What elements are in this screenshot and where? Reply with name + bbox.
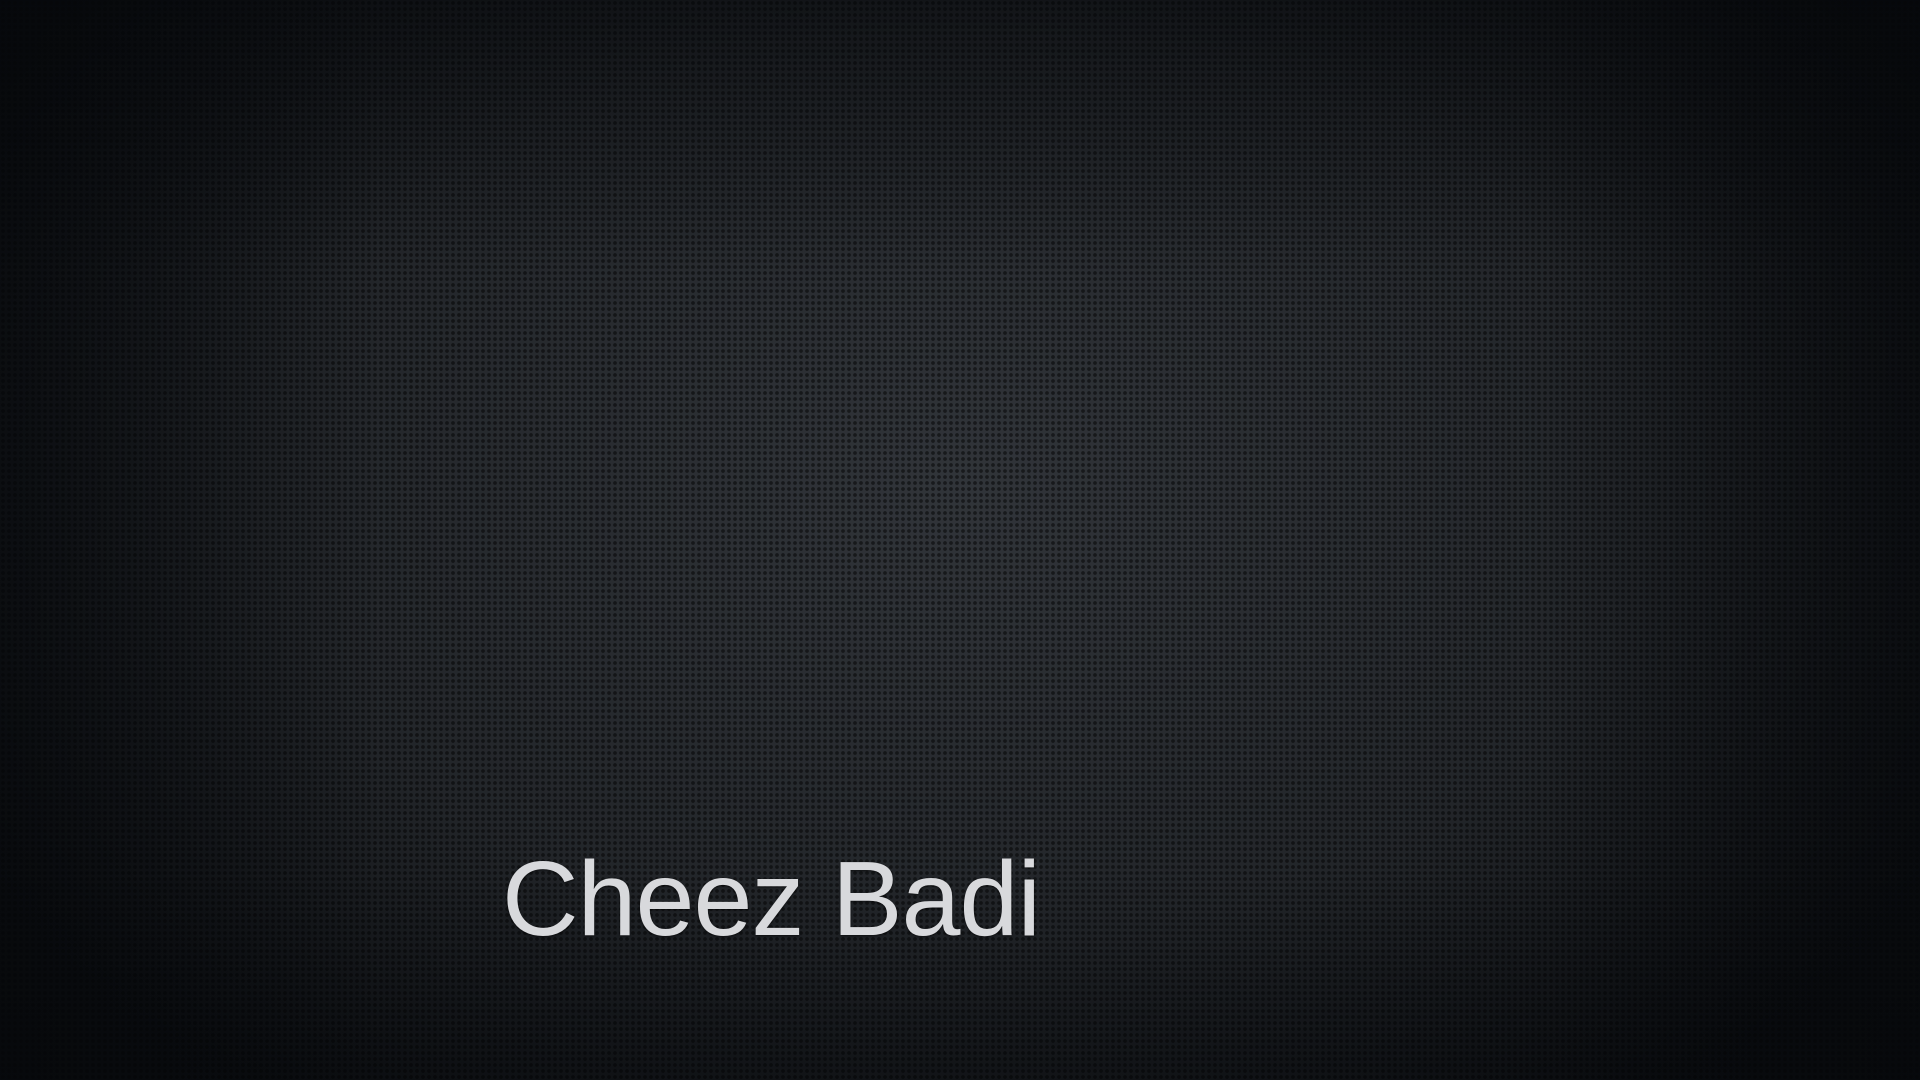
slide-title: Cheez Badi <box>502 840 1041 958</box>
